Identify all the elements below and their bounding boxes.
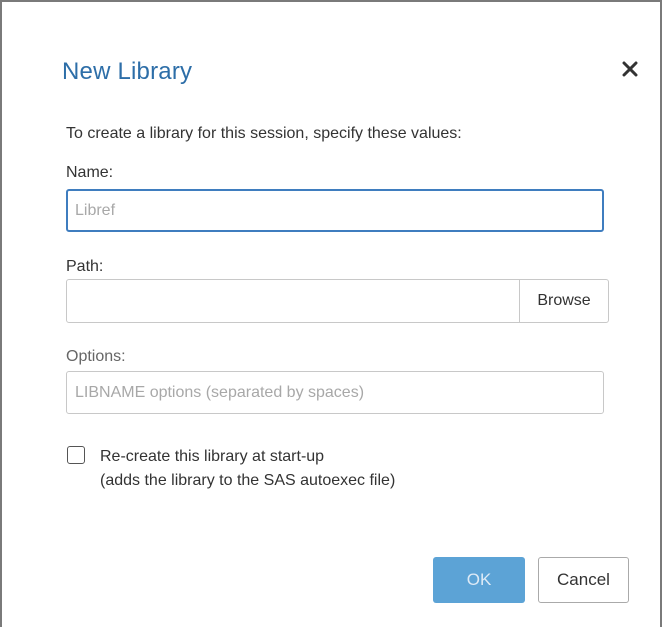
new-library-dialog: New Library To create a library for this… (0, 0, 662, 627)
path-label: Path: (66, 258, 104, 275)
name-input[interactable] (66, 189, 604, 232)
options-label: Options: (66, 348, 126, 365)
ok-button[interactable]: OK (433, 557, 525, 603)
path-input[interactable] (66, 279, 520, 323)
close-icon[interactable] (616, 55, 644, 83)
recreate-label-line1: Re-create this library at start-up (100, 448, 325, 465)
dialog-title: New Library (62, 58, 193, 85)
options-input[interactable] (66, 371, 604, 414)
name-label: Name: (66, 164, 114, 181)
browse-button[interactable]: Browse (519, 279, 609, 323)
cancel-button[interactable]: Cancel (538, 557, 629, 603)
instructions-text: To create a library for this session, sp… (66, 125, 462, 142)
recreate-label-line2: (adds the library to the SAS autoexec fi… (100, 472, 396, 489)
recreate-checkbox-label[interactable]: Re-create this library at start-up (adds… (100, 445, 395, 493)
recreate-checkbox[interactable] (67, 446, 85, 464)
